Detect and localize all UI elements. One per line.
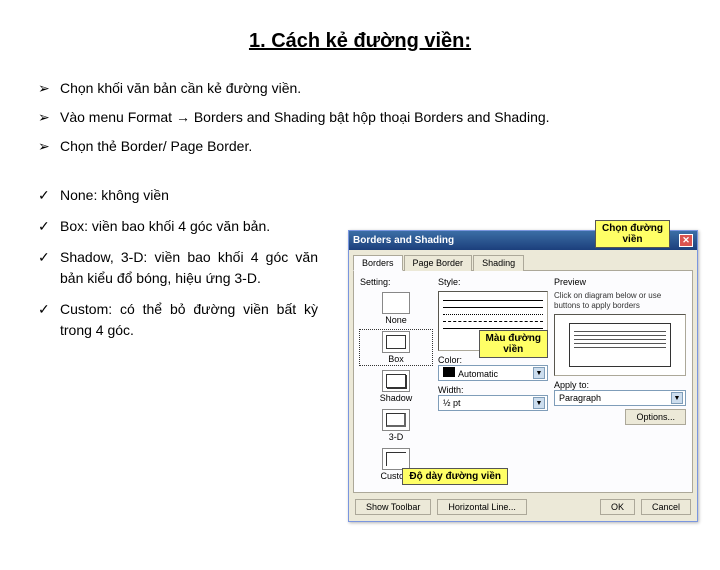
tab-borders[interactable]: Borders <box>353 255 403 271</box>
cancel-button[interactable]: Cancel <box>641 499 691 515</box>
preview-column: Preview Click on diagram below or use bu… <box>554 277 686 486</box>
option-item: None: không viền <box>38 185 318 206</box>
setting-3d[interactable]: 3-D <box>360 408 432 443</box>
tab-page-border[interactable]: Page Border <box>404 255 473 271</box>
width-label: Width: <box>438 385 548 395</box>
setting-none-label: None <box>385 315 407 325</box>
color-dropdown[interactable]: Automatic ▼ <box>438 365 548 381</box>
options-button[interactable]: Options... <box>625 409 686 425</box>
setting-box[interactable]: Box <box>360 330 432 365</box>
page-title: 1. Cách kẻ đường viền: <box>0 30 720 53</box>
setting-column: Setting: None Box Shadow 3-D Custom <box>360 277 432 486</box>
box-icon <box>382 331 410 353</box>
option-item: Custom: có thể bỏ đường viền bất kỳ tron… <box>38 299 318 341</box>
apply-to-label: Apply to: <box>554 380 686 390</box>
callout-choose-border: Chọn đường viền <box>595 220 670 248</box>
dialog-tabs: Borders Page Border Shading <box>353 254 693 271</box>
step-item: Chọn khối văn bản cần kẻ đường viền. <box>38 78 682 99</box>
dialog-title: Borders and Shading <box>353 235 454 246</box>
chevron-down-icon: ▼ <box>533 367 545 379</box>
setting-none[interactable]: None <box>360 291 432 326</box>
threed-icon <box>382 409 410 431</box>
borders-shading-dialog: Borders and Shading ✕ Borders Page Borde… <box>348 230 698 522</box>
setting-heading: Setting: <box>360 277 432 287</box>
setting-shadow[interactable]: Shadow <box>360 369 432 404</box>
none-icon <box>382 292 410 314</box>
chevron-down-icon: ▼ <box>671 392 683 404</box>
close-icon[interactable]: ✕ <box>679 234 693 247</box>
steps-list: Chọn khối văn bản cần kẻ đường viền. Vào… <box>38 78 682 157</box>
option-item: Shadow, 3-D: viền bao khối 4 góc văn bản… <box>38 247 318 289</box>
show-toolbar-button[interactable]: Show Toolbar <box>355 499 431 515</box>
width-dropdown[interactable]: ½ pt ▼ <box>438 395 548 411</box>
tab-shading[interactable]: Shading <box>473 255 524 271</box>
shadow-icon <box>382 370 410 392</box>
setting-shadow-label: Shadow <box>380 393 413 403</box>
options-list: None: không viền Box: viền bao khối 4 gó… <box>38 185 318 341</box>
step-item: Chọn thẻ Border/ Page Border. <box>38 136 682 157</box>
style-column: Style: Color: Automatic ▼ Width: ½ pt ▼ <box>438 277 548 486</box>
style-heading: Style: <box>438 277 548 287</box>
color-swatch-icon <box>443 367 455 377</box>
preview-heading: Preview <box>554 277 686 287</box>
step-item: Vào menu Format → Borders and Shading bậ… <box>38 107 682 128</box>
ok-button[interactable]: OK <box>600 499 635 515</box>
preview-diagram[interactable] <box>554 314 686 376</box>
chevron-down-icon: ▼ <box>533 397 545 409</box>
callout-border-width: Độ dày đường viền <box>402 468 508 485</box>
horizontal-line-button[interactable]: Horizontal Line... <box>437 499 527 515</box>
custom-icon <box>382 448 410 470</box>
option-item: Box: viền bao khối 4 góc văn bản. <box>38 216 318 237</box>
setting-box-label: Box <box>388 354 404 364</box>
callout-border-color: Màu đường viền <box>479 330 548 358</box>
apply-to-dropdown[interactable]: Paragraph ▼ <box>554 390 686 406</box>
setting-3d-label: 3-D <box>389 432 404 442</box>
preview-hint: Click on diagram below or use buttons to… <box>554 291 686 310</box>
